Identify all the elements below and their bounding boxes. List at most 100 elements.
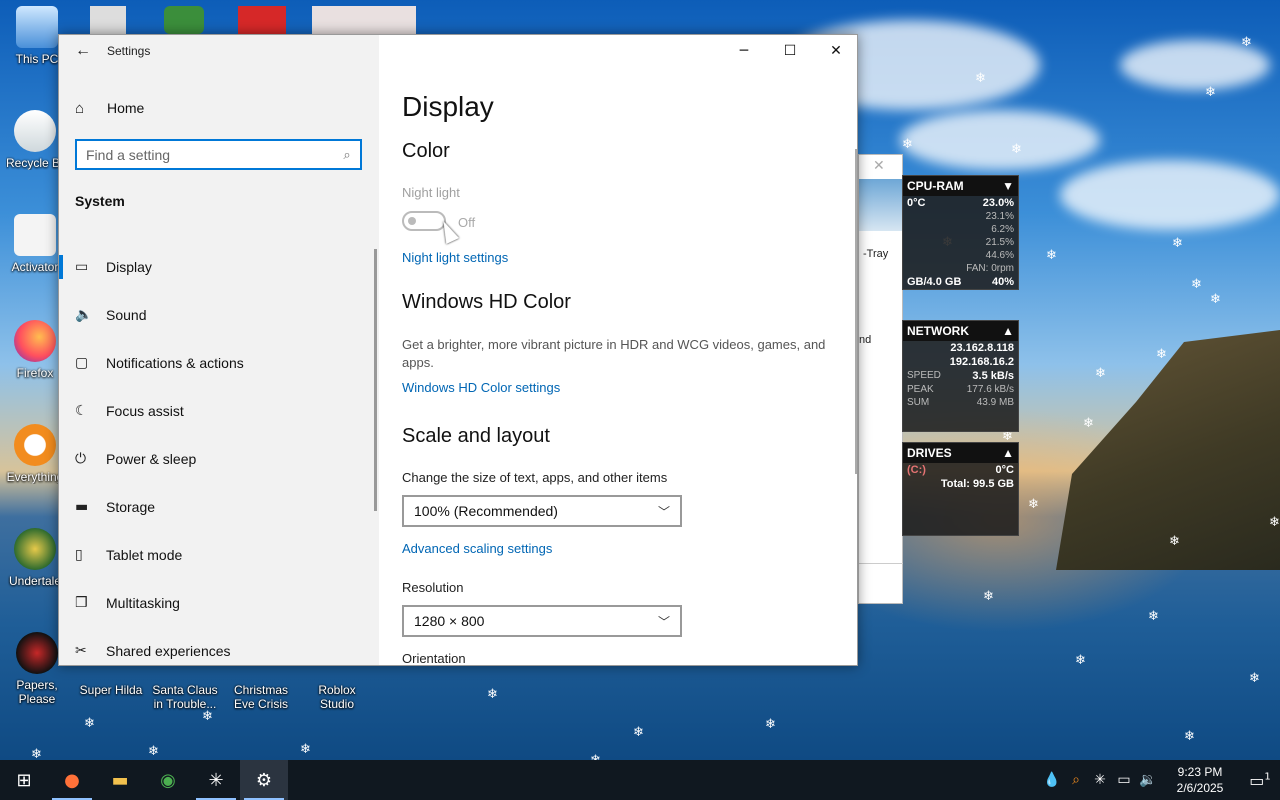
desktop-icon-roblox-studio[interactable]: Roblox Studio — [302, 683, 372, 711]
windows-logo-icon: ⊞ — [16, 769, 32, 791]
network-panel: NETWORK ▲ 23.162.8.118 192.168.16.2 SPEED… — [902, 320, 1019, 432]
settings-content: ─ ☐ ✕ Display Color Night light Off Nigh… — [379, 35, 857, 666]
moon-icon: ☾ — [75, 403, 88, 419]
desktop-top-icons — [90, 6, 420, 34]
close-button[interactable]: ✕ — [813, 35, 857, 67]
advanced-scaling-link[interactable]: Advanced scaling settings — [402, 541, 552, 556]
collapse-icon[interactable]: ▲ — [1002, 446, 1014, 460]
taskbar-chrome[interactable]: ◉ — [144, 760, 192, 800]
search-input[interactable] — [77, 141, 334, 168]
home-icon: ⌂ — [75, 99, 85, 117]
window-title: Settings — [107, 44, 151, 58]
hd-color-settings-link[interactable]: Windows HD Color settings — [402, 380, 560, 395]
notification-count: 1 — [1264, 771, 1271, 783]
hd-color-section-title: Windows HD Color — [402, 291, 571, 313]
multitasking-icon: ❒ — [75, 595, 88, 611]
cpu-ram-panel: CPU-RAM ▼ 0°C 23.0% 23.1% 6.2% 21.5% 44.6%… — [902, 175, 1019, 290]
network-icon[interactable]: ▭ — [1112, 772, 1136, 788]
meter-window[interactable]: ✕ -Tray nd — [858, 154, 903, 604]
back-button[interactable]: ← — [59, 35, 107, 67]
tablet-icon: ▯ — [75, 547, 83, 563]
settings-sidebar: ← Settings ⌂ Home ⌕ System ▭ Display 🔈 S… — [59, 35, 379, 665]
taskbar-firefox[interactable]: ● — [48, 760, 96, 800]
scale-label: Change the size of text, apps, and other… — [402, 470, 668, 485]
collapse-icon[interactable]: ▼ — [1002, 179, 1014, 193]
sidebar-item-shared-experiences[interactable]: ✂ Shared experiences — [59, 627, 379, 665]
clock-time: 9:23 PM — [1177, 765, 1223, 779]
document-icon — [14, 214, 56, 256]
sidebar-scrollbar[interactable] — [374, 249, 377, 511]
snowflake-tray-icon[interactable]: ✳ — [1088, 772, 1112, 788]
scale-section-title: Scale and layout — [402, 425, 550, 447]
hd-color-description: Get a brighter, more vibrant picture in … — [402, 337, 826, 370]
window-controls: ─ ☐ ✕ — [721, 35, 857, 67]
orientation-label: Orientation — [402, 651, 466, 666]
page-title: Display — [402, 91, 494, 122]
resolution-dropdown[interactable]: 1280 × 800 ﹀ — [402, 605, 682, 637]
share-icon: ✂ — [75, 643, 87, 659]
tray-label: -Tray — [863, 248, 889, 260]
firefox-icon — [14, 320, 56, 362]
home-nav-item[interactable]: ⌂ Home — [59, 93, 379, 123]
monitor-icon: ▭ — [75, 259, 89, 275]
computer-icon — [16, 6, 58, 48]
search-everything-icon[interactable]: ⌕ — [1064, 772, 1088, 788]
start-button[interactable]: ⊞ — [0, 760, 48, 800]
power-icon: ⏻ — [75, 451, 87, 467]
storage-icon: ▬ — [75, 499, 89, 515]
chrome-icon: ◉ — [160, 769, 176, 791]
notification-icon: ▢ — [75, 355, 89, 371]
system-monitor-gadget[interactable]: CPU-RAM ▼ 0°C 23.0% 23.1% 6.2% 21.5% 44.6%… — [902, 175, 1019, 542]
search-icon[interactable]: ⌕ — [334, 147, 360, 163]
scale-dropdown[interactable]: 100% (Recommended) ﹀ — [402, 495, 682, 527]
speaker-icon: 🔈 — [75, 307, 93, 323]
title-bar[interactable]: ← Settings — [59, 35, 379, 67]
sidebar-item-power-sleep[interactable]: ⏻ Power & sleep — [59, 435, 379, 483]
sidebar-item-notifications[interactable]: ▢ Notifications & actions — [59, 339, 379, 387]
desktop-icon-super-hilda[interactable]: Super Hilda — [76, 683, 146, 697]
sidebar-item-tablet-mode[interactable]: ▯ Tablet mode — [59, 531, 379, 579]
sidebar-item-storage[interactable]: ▬ Storage — [59, 483, 379, 531]
volume-icon[interactable]: 🔉 — [1136, 772, 1160, 788]
snowflake-icon: ✳ — [208, 769, 224, 791]
chevron-down-icon: ﹀ — [657, 614, 670, 629]
back-arrow-icon: ← — [75, 42, 91, 59]
group-label: System — [75, 193, 125, 209]
clock-date: 2/6/2025 — [1176, 781, 1224, 795]
close-icon[interactable]: ✕ — [873, 157, 885, 174]
taskbar-snow-app[interactable]: ✳ — [192, 760, 240, 800]
sidebar-item-display[interactable]: ▭ Display — [59, 243, 379, 291]
taskbar-file-explorer[interactable]: ▬ — [96, 760, 144, 800]
night-light-state: Off — [458, 215, 476, 230]
night-light-label: Night light — [402, 185, 460, 200]
resolution-label: Resolution — [402, 580, 464, 595]
settings-window[interactable]: ← Settings ⌂ Home ⌕ System ▭ Display 🔈 S… — [58, 34, 858, 666]
taskbar-settings[interactable]: ⚙ — [240, 760, 288, 800]
sidebar-item-sound[interactable]: 🔈 Sound — [59, 291, 379, 339]
desktop-icon-christmas-eve-crisis[interactable]: Christmas Eve Crisis — [226, 683, 296, 711]
close-icon: ✕ — [830, 43, 842, 59]
chevron-down-icon: ﹀ — [657, 504, 670, 519]
notification-icon: ▭ — [1249, 770, 1265, 790]
collapse-icon[interactable]: ▲ — [1002, 324, 1014, 338]
search-box[interactable]: ⌕ — [75, 139, 362, 170]
sidebar-item-focus-assist[interactable]: ☾ Focus assist — [59, 387, 379, 435]
magnifier-icon — [14, 424, 56, 466]
clock[interactable]: 9:23 PM 2/6/2025 — [1160, 764, 1240, 796]
color-section-title: Color — [402, 140, 450, 162]
nav-list: ▭ Display 🔈 Sound ▢ Notifications & acti… — [59, 243, 379, 665]
toggle-knob — [408, 217, 416, 225]
game-icon — [16, 632, 58, 674]
folder-icon: ▬ — [111, 769, 129, 791]
drop-icon[interactable]: 💧 — [1040, 772, 1064, 788]
content-scrollbar[interactable] — [855, 149, 857, 474]
minimize-button[interactable]: ─ — [721, 35, 767, 67]
action-center-button[interactable]: ▭1 — [1240, 771, 1280, 790]
taskbar: ⊞ ● ▬ ◉ ✳ ⚙ 💧 ⌕ ✳ ▭ 🔉 9:23 PM 2/6/2025 ▭… — [0, 760, 1280, 800]
maximize-button[interactable]: ☐ — [767, 35, 813, 67]
desktop-icon-santa-claus[interactable]: Santa Claus in Trouble... — [150, 683, 220, 711]
game-icon — [14, 528, 56, 570]
night-light-settings-link[interactable]: Night light settings — [402, 250, 508, 265]
gear-icon: ⚙ — [255, 769, 273, 791]
sidebar-item-multitasking[interactable]: ❒ Multitasking — [59, 579, 379, 627]
